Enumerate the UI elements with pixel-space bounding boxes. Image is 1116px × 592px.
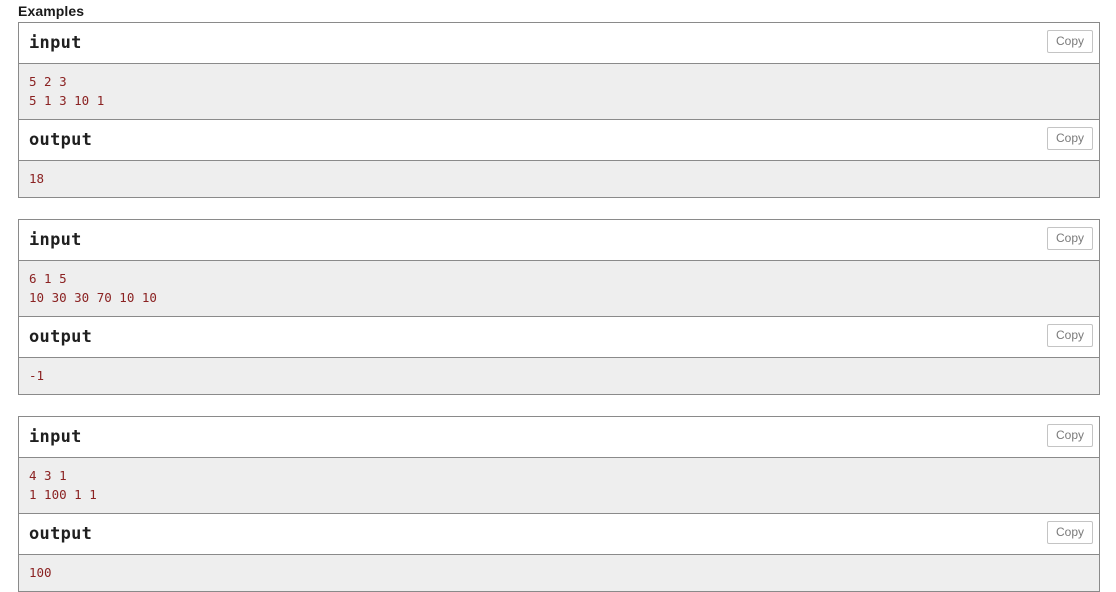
examples-list: input Copy 5 2 3 5 1 3 10 1 output Copy …	[0, 22, 1116, 592]
copy-input-button[interactable]: Copy	[1046, 424, 1093, 447]
output-data[interactable]: -1	[19, 358, 1099, 394]
output-title: output	[19, 514, 1099, 555]
output-title: output	[19, 120, 1099, 161]
copy-output-button[interactable]: Copy	[1046, 521, 1093, 544]
input-title: input	[19, 417, 1099, 458]
input-block: input Copy 4 3 1 1 100 1 1	[19, 417, 1099, 514]
output-data[interactable]: 100	[19, 555, 1099, 591]
sample-test: input Copy 6 1 5 10 30 30 70 10 10 outpu…	[18, 219, 1100, 395]
copy-input-button[interactable]: Copy	[1046, 30, 1093, 53]
output-data[interactable]: 18	[19, 161, 1099, 197]
input-title: input	[19, 220, 1099, 261]
sample-test: input Copy 5 2 3 5 1 3 10 1 output Copy …	[18, 22, 1100, 198]
input-title: input	[19, 23, 1099, 64]
input-block: input Copy 6 1 5 10 30 30 70 10 10	[19, 220, 1099, 317]
copy-input-button[interactable]: Copy	[1046, 227, 1093, 250]
copy-output-button[interactable]: Copy	[1046, 324, 1093, 347]
examples-section: Examples input Copy 5 2 3 5 1 3 10 1 out…	[0, 0, 1116, 592]
input-block: input Copy 5 2 3 5 1 3 10 1	[19, 23, 1099, 120]
output-block: output Copy 18	[19, 120, 1099, 197]
copy-output-button[interactable]: Copy	[1046, 127, 1093, 150]
input-data[interactable]: 4 3 1 1 100 1 1	[19, 458, 1099, 514]
input-data[interactable]: 5 2 3 5 1 3 10 1	[19, 64, 1099, 120]
page-title: Examples	[18, 3, 85, 19]
output-title: output	[19, 317, 1099, 358]
output-block: output Copy -1	[19, 317, 1099, 394]
output-block: output Copy 100	[19, 514, 1099, 591]
sample-test: input Copy 4 3 1 1 100 1 1 output Copy 1…	[18, 416, 1100, 592]
input-data[interactable]: 6 1 5 10 30 30 70 10 10	[19, 261, 1099, 317]
